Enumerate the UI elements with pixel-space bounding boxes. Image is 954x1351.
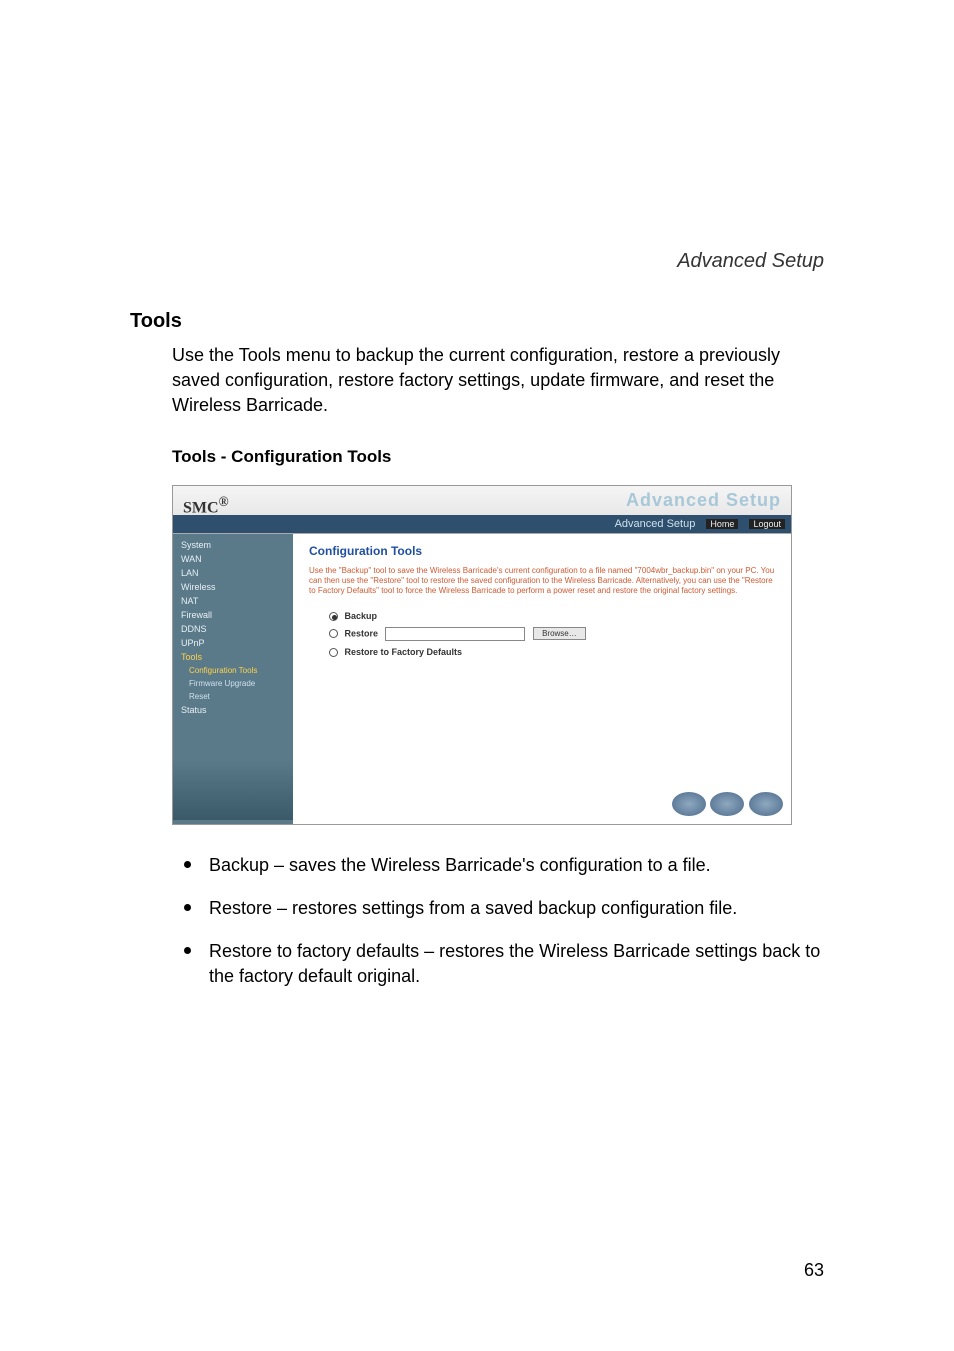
page-header-breadcrumb: Advanced Setup (677, 250, 824, 273)
section-intro: Use the Tools menu to backup the current… (172, 343, 824, 419)
strip-advanced-label: Advanced Setup (615, 518, 696, 530)
option-restore-defaults[interactable]: Restore to Factory Defaults (329, 647, 775, 657)
bullet-text: Restore to factory defaults – restores t… (209, 939, 824, 989)
bullet-item: Restore – restores settings from a saved… (172, 896, 824, 921)
radio-backup[interactable] (329, 612, 338, 621)
nav-ddns[interactable]: DDNS (173, 622, 293, 636)
logo-text: SMC (183, 499, 219, 516)
screenshot-sidebar: System WAN LAN Wireless NAT Firewall DDN… (173, 534, 293, 824)
page-number: 63 (804, 1260, 824, 1281)
section-subheading: Tools - Configuration Tools (172, 447, 824, 467)
logo-sup: ® (219, 494, 229, 509)
backup-label: Backup (345, 611, 378, 621)
nav-upnp[interactable]: UPnP (173, 636, 293, 650)
nav-configuration-tools[interactable]: Configuration Tools (173, 664, 293, 677)
content-title: Configuration Tools (309, 544, 775, 558)
cancel-button[interactable] (749, 792, 783, 816)
nav-status[interactable]: Status (173, 703, 293, 717)
header-strip: Advanced Setup Home Logout (173, 515, 791, 533)
bullet-text: Backup – saves the Wireless Barricade's … (209, 853, 824, 878)
bullet-list: Backup – saves the Wireless Barricade's … (172, 853, 824, 990)
nav-wireless[interactable]: Wireless (173, 580, 293, 594)
bullet-text: Restore – restores settings from a saved… (209, 896, 824, 921)
bullet-dot-icon (184, 904, 191, 911)
nav-firmware-upgrade[interactable]: Firmware Upgrade (173, 677, 293, 690)
footer-buttons (670, 792, 783, 818)
sidebar-decor (173, 760, 293, 820)
bullet-item: Backup – saves the Wireless Barricade's … (172, 853, 824, 878)
screenshot-content: Configuration Tools Use the "Backup" too… (293, 534, 791, 824)
router-screenshot: SMC® Networks Advanced Setup Advanced Se… (172, 485, 792, 825)
radio-restore-defaults[interactable] (329, 648, 338, 657)
browse-button[interactable]: Browse… (533, 627, 586, 640)
nav-wan[interactable]: WAN (173, 552, 293, 566)
section-title-tools: Tools (130, 310, 824, 333)
help-button[interactable] (672, 792, 706, 816)
sidebar-nav: System WAN LAN Wireless NAT Firewall DDN… (173, 538, 293, 717)
home-link[interactable]: Home (706, 519, 738, 529)
nav-tools[interactable]: Tools (173, 650, 293, 664)
radio-restore[interactable] (329, 629, 338, 638)
nav-firewall[interactable]: Firewall (173, 608, 293, 622)
brand-ghost-text: Advanced Setup (626, 490, 781, 511)
nav-system[interactable]: System (173, 538, 293, 552)
apply-button[interactable] (710, 792, 744, 816)
restore-defaults-label: Restore to Factory Defaults (345, 647, 463, 657)
logout-link[interactable]: Logout (749, 519, 785, 529)
content-description: Use the "Backup" tool to save the Wirele… (309, 566, 775, 597)
bullet-item: Restore to factory defaults – restores t… (172, 939, 824, 989)
nav-lan[interactable]: LAN (173, 566, 293, 580)
restore-file-input[interactable] (385, 627, 525, 641)
bullet-dot-icon (184, 861, 191, 868)
option-restore[interactable]: Restore Browse… (329, 627, 775, 641)
restore-label: Restore (345, 628, 379, 638)
nav-reset[interactable]: Reset (173, 690, 293, 703)
nav-nat[interactable]: NAT (173, 594, 293, 608)
screenshot-header: SMC® Networks Advanced Setup Advanced Se… (173, 486, 791, 534)
option-backup[interactable]: Backup (329, 611, 775, 621)
bullet-dot-icon (184, 947, 191, 954)
